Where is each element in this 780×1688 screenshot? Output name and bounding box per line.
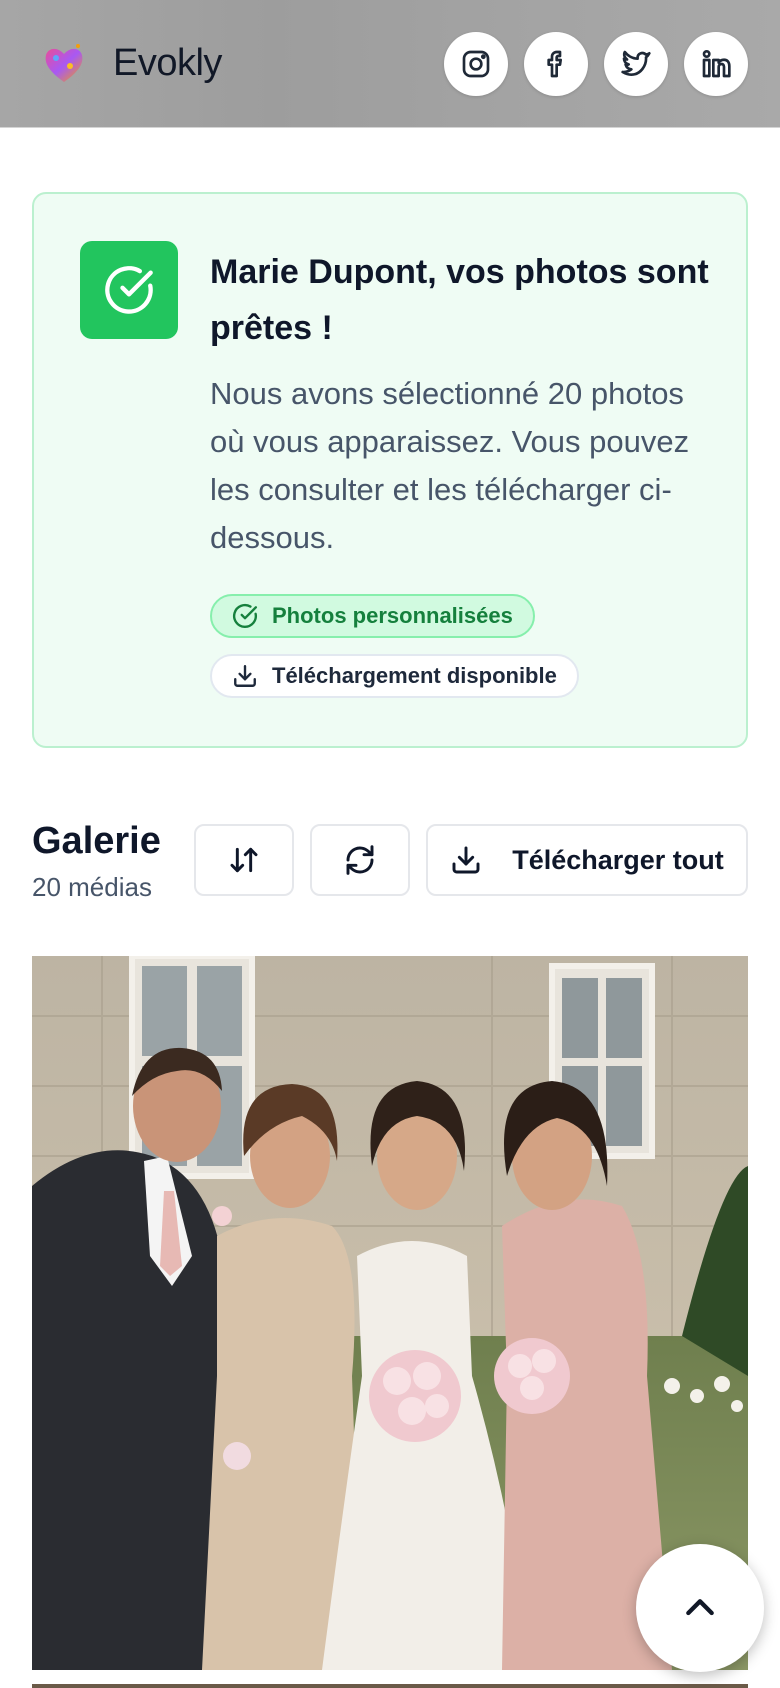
- twitter-button[interactable]: [604, 32, 668, 96]
- facebook-icon: [547, 50, 562, 78]
- app-header: Evokly: [0, 0, 780, 128]
- brand-name[interactable]: Evokly: [113, 42, 222, 85]
- personalized-photos-badge: Photos personnalisées: [210, 594, 535, 638]
- download-icon: [452, 846, 480, 874]
- success-badge: [80, 241, 178, 339]
- gallery-count: 20 médias: [32, 872, 152, 902]
- instagram-icon: [462, 50, 490, 78]
- linkedin-icon: [702, 50, 731, 78]
- instagram-button[interactable]: [444, 32, 508, 96]
- next-gallery-photo[interactable]: [32, 1684, 748, 1688]
- sort-arrows-icon: [230, 847, 258, 873]
- badge-label: Photos personnalisées: [272, 603, 513, 628]
- download-icon: [234, 665, 256, 687]
- download-available-badge: Téléchargement disponible: [210, 654, 579, 698]
- scroll-to-top-button[interactable]: [636, 1544, 764, 1672]
- check-circle-icon: [233, 603, 258, 628]
- notice-text: Nous avons sélectionné 20 photos où vous…: [210, 376, 690, 555]
- notice-title: Marie Dupont, vos photos sont prêtes !: [210, 253, 709, 347]
- download-all-button[interactable]: Télécharger tout: [426, 824, 748, 896]
- refresh-icon: [346, 845, 374, 875]
- wedding-photo-image: [32, 956, 748, 1670]
- chevron-up-icon: [686, 1599, 714, 1616]
- sort-button[interactable]: [194, 824, 294, 896]
- twitter-icon: [621, 50, 651, 76]
- refresh-button[interactable]: [310, 824, 410, 896]
- gallery-title: Galerie: [32, 820, 161, 862]
- linkedin-button[interactable]: [684, 32, 748, 96]
- gallery-photo[interactable]: [32, 956, 748, 1670]
- download-all-label: Télécharger tout: [512, 844, 724, 875]
- check-circle-icon: [105, 266, 153, 314]
- heart-logo-icon[interactable]: [40, 40, 88, 88]
- badge-label: Téléchargement disponible: [272, 663, 557, 688]
- facebook-button[interactable]: [524, 32, 588, 96]
